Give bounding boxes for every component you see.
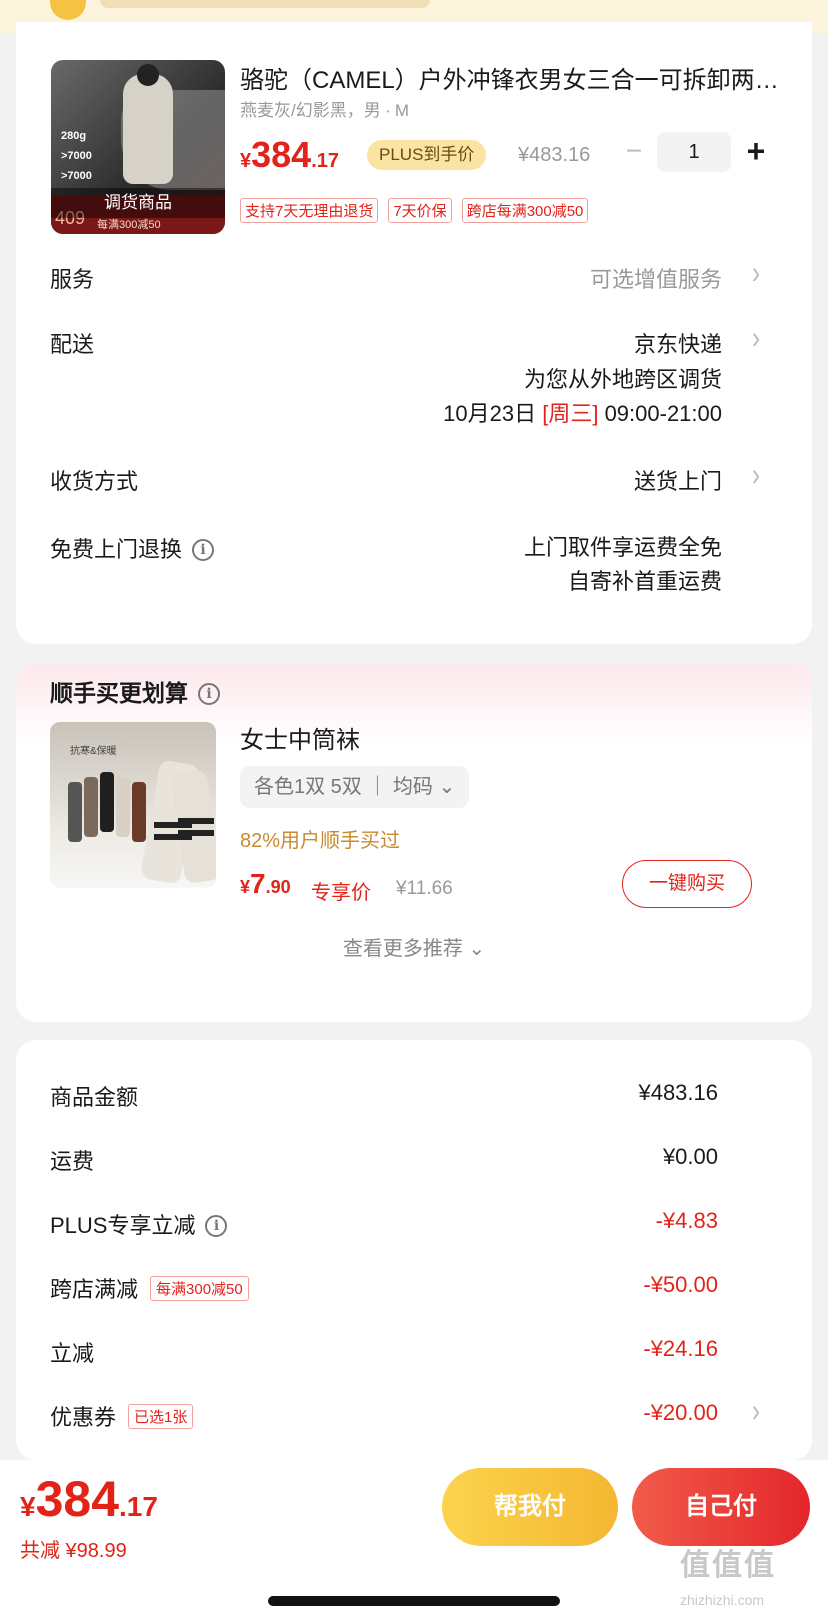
product-card: 280g >7000 >7000 409 每满300减50 调货商品 骆驼（CA… bbox=[16, 22, 812, 644]
self-pay-button[interactable]: 自己付 bbox=[632, 1468, 810, 1546]
product-variant[interactable]: 燕麦灰/幻影黑，男 ∙ M bbox=[240, 96, 409, 121]
summary-label-coupon[interactable]: 优惠券 已选1张 bbox=[50, 1400, 194, 1432]
summary-value-shipping: ¥0.00 bbox=[662, 1144, 718, 1169]
recommend-percent: 82%用户顺手买过 bbox=[240, 830, 401, 852]
quantity-input[interactable]: 1 bbox=[657, 132, 731, 172]
info-icon[interactable]: i bbox=[205, 1215, 228, 1237]
home-indicator[interactable] bbox=[268, 1596, 560, 1606]
quantity-increase-button[interactable]: + bbox=[742, 132, 770, 172]
summary-label-cross-store: 跨店满减 每满300减50 bbox=[50, 1272, 249, 1304]
image-spec: >7000 bbox=[61, 170, 92, 182]
recommend-original-price: ¥11.66 bbox=[396, 878, 453, 899]
one-click-buy-button[interactable]: 一键购买 bbox=[622, 860, 752, 908]
summary-label-shipping: 运费 bbox=[50, 1149, 95, 1174]
recommend-title: 顺手买更划算 i bbox=[50, 674, 220, 708]
product-title[interactable]: 骆驼（CAMEL）户外冲锋衣男女三合一可拆卸两件套外套 bbox=[240, 60, 780, 95]
image-promo: 每满300减50 bbox=[97, 219, 161, 231]
more-recommend-link[interactable]: 查看更多推荐 ⌄ bbox=[16, 932, 812, 961]
info-icon[interactable]: i bbox=[198, 683, 220, 705]
delivery-value[interactable]: 京东快递 bbox=[634, 327, 722, 359]
free-return-value: 上门取件享运费全免 bbox=[523, 535, 722, 560]
free-return-note: 自寄补首重运费 bbox=[567, 569, 722, 594]
delivery-time: 10月23日 [周三] 09:00-21:00 bbox=[443, 401, 722, 426]
summary-value-cross-store: -¥50.00 bbox=[643, 1272, 718, 1297]
plus-price-badge: PLUS到手价 bbox=[367, 140, 487, 170]
transfer-badge: 调货商品 bbox=[51, 188, 225, 218]
receive-value[interactable]: 送货上门 bbox=[634, 464, 722, 496]
delivery-note: 为您从外地跨区调货 bbox=[523, 367, 722, 392]
checkout-bar: ¥384.17 共减 ¥98.99 帮我付 自己付 值值值 zhizhizhi.… bbox=[0, 1460, 828, 1618]
notice-text bbox=[100, 0, 430, 8]
notice-icon bbox=[50, 0, 86, 20]
image-caption: 抗寒&保暖 bbox=[70, 746, 117, 757]
product-price: ¥384.17 bbox=[240, 134, 340, 175]
summary-value-coupon[interactable]: -¥20.00 bbox=[643, 1400, 718, 1426]
tag-price-protect: 7天价保 bbox=[388, 198, 452, 223]
recommend-card: 顺手买更划算 i 抗寒&保暖 女士中筒袜 各色1双 5双 ｜ 均码 ⌄ 82%用户… bbox=[16, 664, 812, 1022]
quantity-decrease-button[interactable]: − bbox=[620, 134, 648, 170]
recommend-product-name[interactable]: 女士中筒袜 bbox=[240, 720, 360, 755]
model-figure bbox=[123, 64, 173, 184]
service-label: 服务 bbox=[50, 267, 95, 292]
tag-return: 支持7天无理由退货 bbox=[240, 198, 379, 223]
chevron-right-icon[interactable]: › bbox=[752, 321, 760, 357]
coupon-tag: 已选1张 bbox=[128, 1404, 194, 1429]
chevron-right-icon[interactable]: › bbox=[752, 458, 760, 494]
receive-label: 收货方式 bbox=[50, 469, 139, 494]
order-summary-card: 商品金额 ¥483.16 运费 ¥0.00 PLUS专享立减 i -¥4.83 跨… bbox=[16, 1040, 812, 1460]
summary-value-instant: -¥24.16 bbox=[643, 1336, 718, 1361]
total-price: ¥384.17 bbox=[20, 1471, 158, 1527]
image-spec: 280g bbox=[61, 130, 87, 142]
tag-promo: 跨店每满300减50 bbox=[461, 198, 589, 223]
help-pay-button[interactable]: 帮我付 bbox=[442, 1468, 618, 1546]
recommend-price-label: 专享价 bbox=[311, 882, 371, 904]
delivery-label: 配送 bbox=[50, 332, 95, 357]
image-spec: >7000 bbox=[61, 150, 92, 162]
cross-store-tag: 每满300减50 bbox=[150, 1276, 249, 1301]
info-icon[interactable]: i bbox=[192, 539, 215, 561]
summary-value-plus: -¥4.83 bbox=[655, 1208, 718, 1233]
total-discount: 共减 ¥98.99 bbox=[20, 1540, 127, 1562]
product-tags: 支持7天无理由退货 7天价保 跨店每满300减50 bbox=[240, 198, 589, 223]
summary-label-instant: 立减 bbox=[50, 1341, 95, 1366]
chevron-right-icon[interactable]: › bbox=[752, 256, 760, 292]
watermark-logo: 值值值 bbox=[680, 1549, 776, 1582]
product-image[interactable]: 280g >7000 >7000 409 每满300减50 调货商品 bbox=[51, 60, 225, 234]
summary-label-goods: 商品金额 bbox=[50, 1085, 139, 1110]
sock-image[interactable]: 抗寒&保暖 bbox=[50, 722, 216, 888]
recommend-price: ¥7.90 bbox=[240, 868, 291, 899]
recommend-option-select[interactable]: 各色1双 5双 ｜ 均码 ⌄ bbox=[240, 766, 470, 808]
original-price: ¥483.16 bbox=[518, 144, 591, 166]
summary-value-goods: ¥483.16 bbox=[638, 1080, 718, 1105]
service-value[interactable]: 可选增值服务 bbox=[590, 262, 722, 294]
watermark-url: zhizhizhi.com bbox=[680, 1592, 765, 1608]
summary-label-plus: PLUS专享立减 i bbox=[50, 1208, 228, 1240]
free-return-label: 免费上门退换 i bbox=[50, 532, 215, 564]
chevron-right-icon[interactable]: › bbox=[752, 1394, 760, 1430]
